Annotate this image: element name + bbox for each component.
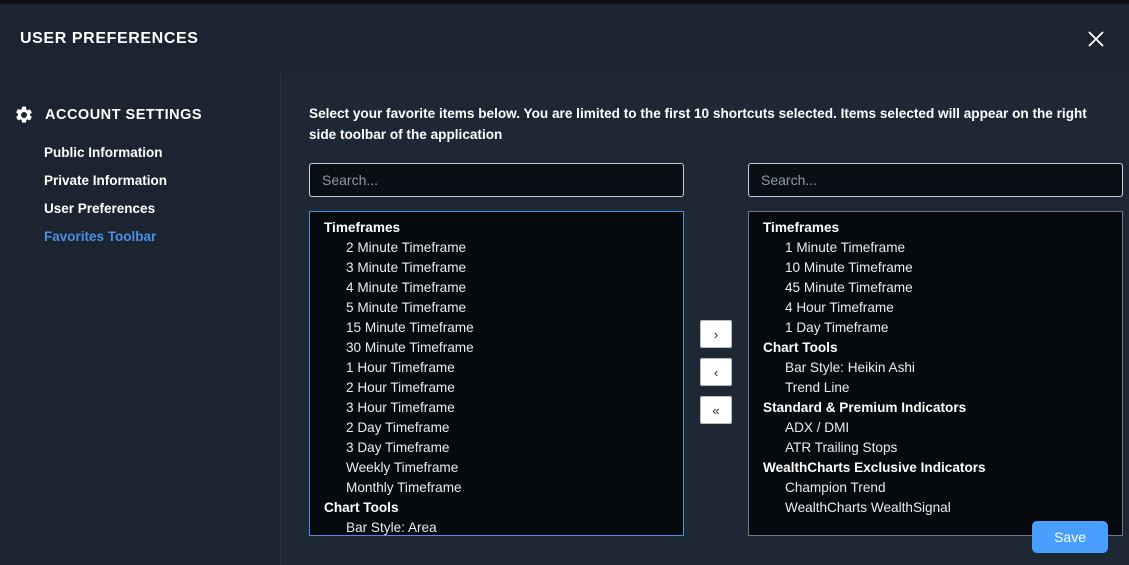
sidebar-heading: ACCOUNT SETTINGS [0, 105, 280, 125]
page-title: USER PREFERENCES [20, 29, 199, 47]
transfer-buttons: › ‹ « [684, 163, 748, 424]
move-all-left-button[interactable]: « [700, 396, 732, 424]
group-label: Chart Tools [324, 500, 399, 515]
available-column: Timeframes 2 Minute Timeframe 3 Minute T… [309, 163, 684, 536]
instructions-text: Select your favorite items below. You ar… [309, 106, 1087, 142]
close-icon[interactable] [1079, 22, 1113, 56]
list-item[interactable]: 2 Minute Timeframe [310, 238, 683, 258]
list-item[interactable]: 3 Hour Timeframe [310, 398, 683, 418]
list-item[interactable]: ATR Trailing Stops [749, 438, 1122, 458]
list-item[interactable]: 3 Day Timeframe [310, 438, 683, 458]
gear-icon [16, 106, 32, 123]
move-left-button[interactable]: ‹ [700, 358, 732, 386]
modal-body: ACCOUNT SETTINGS Public Information Priv… [0, 73, 1129, 565]
group-label: Chart Tools [763, 340, 838, 355]
selected-listbox[interactable]: Timeframes 1 Minute Timeframe 10 Minute … [748, 211, 1123, 536]
sidebar-item-public-information[interactable]: Public Information [0, 139, 280, 167]
list-item[interactable]: Champion Trend [749, 478, 1122, 498]
modal-titlebar: USER PREFERENCES [0, 4, 1129, 73]
available-search-input[interactable] [309, 163, 684, 197]
modal-footer: Save [1032, 521, 1108, 553]
save-button[interactable]: Save [1032, 521, 1108, 553]
list-item[interactable]: 45 Minute Timeframe [749, 278, 1122, 298]
list-item[interactable]: 1 Minute Timeframe [749, 238, 1122, 258]
list-item[interactable]: 1 Day Timeframe [749, 318, 1122, 338]
group-label: Timeframes [763, 220, 840, 235]
list-item[interactable]: Weekly Timeframe [310, 458, 683, 478]
move-right-button[interactable]: › [700, 320, 732, 348]
selected-column: Timeframes 1 Minute Timeframe 10 Minute … [748, 163, 1123, 536]
list-item[interactable]: 15 Minute Timeframe [310, 318, 683, 338]
transfer-lists: Timeframes 2 Minute Timeframe 3 Minute T… [309, 163, 1123, 536]
sidebar: ACCOUNT SETTINGS Public Information Priv… [0, 73, 280, 565]
list-item[interactable]: 30 Minute Timeframe [310, 338, 683, 358]
list-item[interactable]: 10 Minute Timeframe [749, 258, 1122, 278]
list-item[interactable]: 5 Minute Timeframe [310, 298, 683, 318]
sidebar-item-user-preferences[interactable]: User Preferences [0, 195, 280, 223]
list-item[interactable]: Bar Style: Heikin Ashi [749, 358, 1122, 378]
list-item[interactable]: 2 Hour Timeframe [310, 378, 683, 398]
list-item[interactable]: 3 Minute Timeframe [310, 258, 683, 278]
available-listbox[interactable]: Timeframes 2 Minute Timeframe 3 Minute T… [309, 211, 684, 536]
list-item[interactable]: Bar Style: Area [310, 518, 683, 535]
list-item[interactable]: ADX / DMI [749, 418, 1122, 438]
user-preferences-modal: USER PREFERENCES ACCOUNT SETTINGS Public… [0, 0, 1129, 565]
sidebar-heading-label: ACCOUNT SETTINGS [45, 107, 203, 123]
group-label: Timeframes [324, 220, 401, 235]
list-item[interactable]: Trend Line [749, 378, 1122, 398]
group-label: WealthCharts Exclusive Indicators [763, 460, 986, 475]
list-item[interactable]: 1 Hour Timeframe [310, 358, 683, 378]
sidebar-item-favorites-toolbar[interactable]: Favorites Toolbar [0, 223, 280, 251]
list-item[interactable]: Monthly Timeframe [310, 478, 683, 498]
main-panel: Select your favorite items below. You ar… [280, 73, 1129, 565]
group-label: Standard & Premium Indicators [763, 400, 967, 415]
list-item[interactable]: 4 Hour Timeframe [749, 298, 1122, 318]
list-item[interactable]: 2 Day Timeframe [310, 418, 683, 438]
selected-search-input[interactable] [748, 163, 1123, 197]
list-item[interactable]: 4 Minute Timeframe [310, 278, 683, 298]
sidebar-item-private-information[interactable]: Private Information [0, 167, 280, 195]
list-item[interactable]: WealthCharts WealthSignal [749, 498, 1122, 518]
